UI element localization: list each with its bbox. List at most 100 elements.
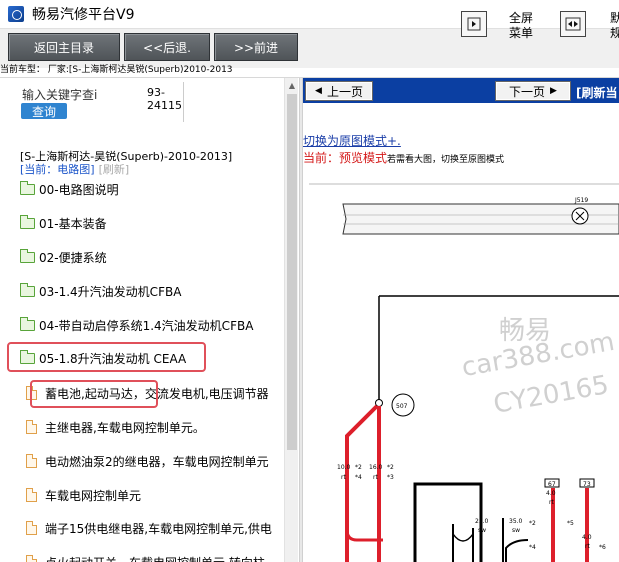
- search-button[interactable]: 查询: [21, 103, 67, 119]
- viewer-nav-bar: ◀ 上一页 下一页 ▶ [刷新当: [303, 78, 619, 103]
- prev-page-label: 上一页: [326, 84, 363, 99]
- document-icon: [26, 488, 37, 502]
- wire-size-label: 4.0: [546, 490, 556, 497]
- prev-page-button[interactable]: ◀ 上一页: [305, 81, 373, 101]
- mode-prefix: 当前：: [303, 151, 340, 165]
- black-wire-6: [505, 539, 529, 562]
- tree-folder[interactable]: 01-基本装备: [20, 212, 107, 234]
- current-category: [当前：电路图]: [20, 163, 95, 176]
- component-507-label: 507: [396, 403, 408, 410]
- j519-label: J519: [574, 197, 588, 204]
- window-title: 畅易汽修平台V9: [32, 7, 135, 23]
- tree-folder[interactable]: 00-电路图说明: [20, 178, 119, 200]
- wire-size-label: 35.0: [509, 518, 523, 525]
- connector-67-label: 67: [548, 481, 556, 488]
- tree-folder-label: 04-带自动启停系统1.4汽油发动机CFBA: [39, 318, 254, 333]
- switch-original-mode-link[interactable]: 切换为原图模式+.: [303, 132, 401, 149]
- app-logo-icon: [8, 6, 24, 22]
- search-divider: [183, 82, 184, 122]
- wire-color-label: sw: [512, 527, 520, 534]
- pin-label: *3: [387, 474, 394, 481]
- tree-refresh-link[interactable]: [刷新]: [99, 163, 130, 176]
- tree-doc-label: 主继电器,车载电网控制单元。: [45, 420, 205, 435]
- search-result: 93- 24115: [147, 86, 182, 112]
- prev-arrow-icon: ◀: [315, 86, 322, 96]
- tree-doc-label: 电动燃油泵2的继电器，车载电网控制单元: [45, 454, 269, 469]
- fullscreen-menu-text: 全屏 菜单: [508, 11, 533, 40]
- folder-icon: [20, 316, 35, 331]
- pin-label: *5: [567, 520, 574, 527]
- tree-folder[interactable]: 02-便捷系统: [20, 246, 107, 268]
- split-view-icon: [565, 17, 581, 31]
- tree-doc-label: 点火起动开关，车载电网控制单元,转向柱: [45, 554, 265, 562]
- tree-doc[interactable]: 车载电网控制单元: [26, 484, 284, 506]
- refresh-current-link[interactable]: [刷新当: [576, 84, 618, 101]
- next-page-button[interactable]: 下一页 ▶: [495, 81, 571, 101]
- wire-color-label: rt: [549, 499, 554, 506]
- wire-color-label: sw: [478, 527, 486, 534]
- highlight-box: [30, 380, 158, 408]
- tree-folder-label: 00-电路图说明: [39, 182, 119, 197]
- pin-label: *4: [355, 474, 362, 481]
- document-icon: [26, 555, 37, 562]
- fullscreen-menu-label[interactable]: 全屏 菜单: [505, 11, 537, 41]
- wire-size-label: 10.0: [337, 464, 351, 471]
- folder-icon: [20, 180, 35, 195]
- wiring-diagram[interactable]: J519 507 67 73 10.0 rt *2 *4 16.0 rt *2 …: [303, 178, 619, 562]
- folder-icon: [20, 282, 35, 297]
- tree-doc-label: 端子15供电继电器,车载电网控制单元,供电: [45, 521, 272, 536]
- scroll-thumb[interactable]: [287, 94, 297, 450]
- connector-73-label: 73: [583, 481, 591, 488]
- wire-color-label: rt: [373, 474, 378, 481]
- next-arrow-icon: ▶: [550, 86, 557, 96]
- tree-doc[interactable]: 电动燃油泵2的继电器，车载电网控制单元: [26, 450, 284, 472]
- mode-name: 预览模式: [339, 151, 388, 165]
- wire-size-label: 25.0: [475, 518, 489, 525]
- default-view-button[interactable]: [560, 11, 586, 37]
- tree-scrollbar[interactable]: ▲: [284, 78, 298, 562]
- default-view-text: 默 规: [609, 11, 619, 40]
- highlight-box: [7, 342, 206, 372]
- wire-color-label: rt: [341, 474, 346, 481]
- tree-doc[interactable]: 主继电器,车载电网控制单元。: [26, 416, 284, 438]
- wire-color-label: rt: [585, 543, 590, 550]
- tree-folder[interactable]: 03-1.4升汽油发动机CFBA: [20, 280, 181, 302]
- black-wire-1: [413, 482, 483, 562]
- folder-icon: [20, 248, 35, 263]
- document-icon: [26, 420, 37, 434]
- back-button[interactable]: <<后退.: [124, 33, 210, 61]
- tree-current-row: [当前：电路图] [刷新]: [20, 161, 129, 177]
- black-wire-5: [452, 533, 474, 542]
- tree-doc[interactable]: 端子15供电继电器,车载电网控制单元,供电: [26, 517, 284, 539]
- pin-label: *4: [529, 544, 536, 551]
- pin-label: *2: [529, 520, 536, 527]
- wire-size-label: 16.0: [369, 464, 383, 471]
- fullscreen-icon: [467, 17, 481, 31]
- tree-folder[interactable]: 04-带自动启停系统1.4汽油发动机CFBA: [20, 314, 253, 336]
- folder-icon: [20, 214, 35, 229]
- search-input[interactable]: 输入关键字查i: [22, 86, 97, 103]
- junction-point: [375, 399, 383, 407]
- tree-folder-label: 02-便捷系统: [39, 250, 107, 265]
- pin-label: *2: [355, 464, 362, 471]
- forward-button[interactable]: >>前进: [214, 33, 298, 61]
- tree-folder-label: 03-1.4升汽油发动机CFBA: [39, 284, 182, 299]
- next-page-label: 下一页: [509, 84, 546, 99]
- wire-size-label: 4.0: [582, 534, 592, 541]
- mode-tip: 若需看大图，切换至原图模式: [387, 155, 505, 165]
- current-vehicle-line: 当前车型： 厂家:[S-上海斯柯达昊锐(Superb)2010-2013: [0, 65, 233, 75]
- current-mode-line: 当前：预览模式若需看大图，切换至原图模式: [303, 149, 504, 166]
- tree-doc-label: 车载电网控制单元: [45, 488, 142, 503]
- back-to-main-button[interactable]: 返回主目录: [8, 33, 120, 61]
- search-result-line2: 24115: [147, 99, 182, 112]
- document-icon: [26, 454, 37, 468]
- scroll-up-icon[interactable]: ▲: [285, 78, 299, 92]
- tree-folder-label: 01-基本装备: [39, 216, 107, 231]
- tree-doc[interactable]: 点火起动开关，车载电网控制单元,转向柱: [26, 551, 284, 562]
- default-view-label[interactable]: 默 规: [606, 11, 619, 41]
- pin-label: *6: [599, 544, 606, 551]
- diagram-viewer: ◀ 上一页 下一页 ▶ [刷新当 切换为原图模式+. 当前：预览模式若需看大图，切换…: [303, 78, 619, 562]
- fullscreen-menu-button[interactable]: [461, 11, 487, 37]
- pin-label: *2: [387, 464, 394, 471]
- search-result-line1: 93-: [147, 86, 165, 99]
